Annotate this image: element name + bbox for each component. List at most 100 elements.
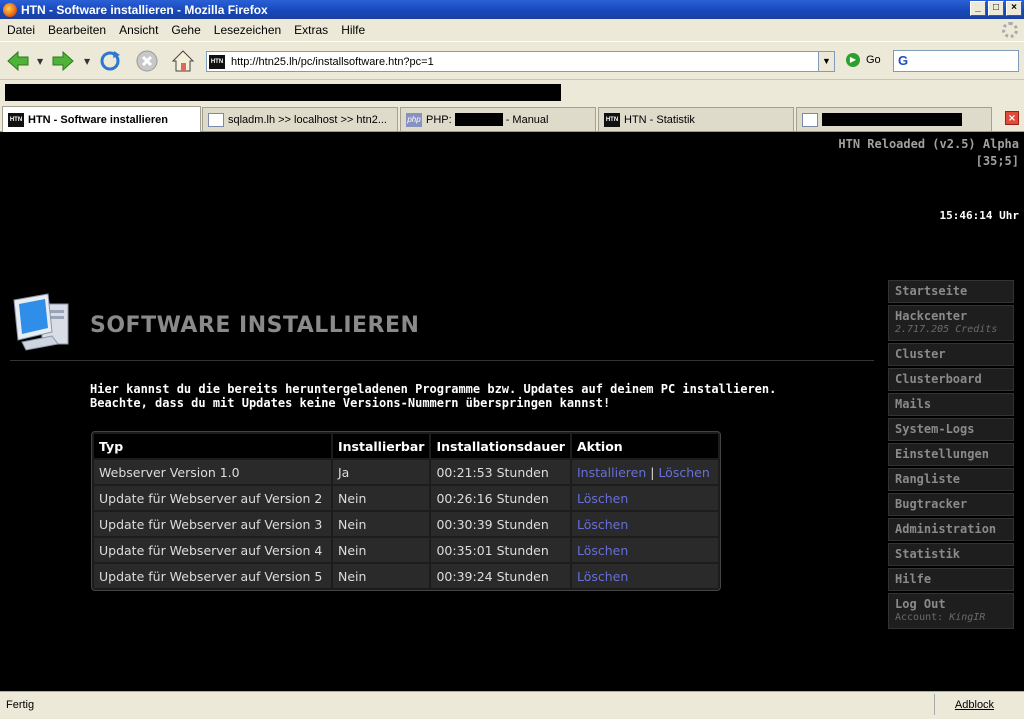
menu-gehe[interactable]: Gehe [171, 23, 200, 37]
menu-hilfe[interactable]: Hilfe [341, 23, 365, 37]
software-table: Typ Installierbar Installationsdauer Akt… [91, 431, 721, 591]
url-text[interactable]: http://htn25.lh/pc/installsoftware.htn?p… [231, 56, 434, 68]
page-content: HTN Reloaded (v2.5) Alpha [35;5] 15:46:1… [0, 132, 1024, 691]
table-row: Webserver Version 1.0 Ja 00:21:53 Stunde… [94, 460, 718, 484]
sidebar-item-label: Log Out [895, 597, 946, 611]
actions-cell: Installieren | Löschen [571, 460, 718, 484]
install-duration: 00:35:01 Stunden [431, 538, 570, 562]
forward-history-dropdown[interactable]: ▼ [84, 57, 90, 66]
installable-status: Nein [333, 564, 430, 588]
go-button[interactable]: ▶ Go [846, 53, 881, 67]
sidebar-item-bugtracker[interactable]: Bugtracker [888, 493, 1014, 516]
menu-bearbeiten[interactable]: Bearbeiten [48, 23, 106, 37]
delete-link[interactable]: Löschen [577, 543, 628, 558]
actions-cell: Löschen [571, 564, 718, 588]
url-bar[interactable]: HTN http://htn25.lh/pc/installsoftware.h… [206, 51, 835, 72]
software-type: Update für Webserver auf Version 5 [94, 564, 331, 588]
status-text: Fertig [6, 699, 35, 711]
back-history-dropdown[interactable]: ▼ [37, 57, 43, 66]
table-row: Update für Webserver auf Version 3 Nein … [94, 512, 718, 536]
delete-link[interactable]: Löschen [577, 491, 628, 506]
pc-coordinates: [35;5] [975, 154, 1019, 168]
install-duration: 00:21:53 Stunden [431, 460, 570, 484]
divider [10, 360, 874, 361]
throbber-icon [1002, 22, 1018, 38]
menu-datei[interactable]: Datei [7, 23, 35, 37]
server-clock: 15:46:14 Uhr [939, 209, 1019, 222]
account-info: Account: KingIR [895, 612, 1007, 623]
tab-sqladm[interactable]: sqladm.lh >> localhost >> htn2... [202, 107, 398, 131]
column-header-installierbar: Installierbar [333, 434, 430, 458]
sidebar-item-clusterboard[interactable]: Clusterboard [888, 368, 1014, 391]
tab-statistik[interactable]: HTN HTN - Statistik [598, 107, 794, 131]
sidebar-item-label: Hackcenter [895, 309, 968, 323]
go-icon: ▶ [846, 53, 860, 67]
version-info: HTN Reloaded (v2.5) Alpha [35;5] [838, 136, 1019, 170]
sidebar-item-mails[interactable]: Mails [888, 393, 1014, 416]
sidebar-item-statistik[interactable]: Statistik [888, 543, 1014, 566]
sidebar-item-hilfe[interactable]: Hilfe [888, 568, 1014, 591]
tab-label-suffix: - Manual [505, 113, 549, 126]
delete-link[interactable]: Löschen [577, 517, 628, 532]
close-window-button[interactable]: × [1006, 1, 1022, 16]
sidebar-item-hackcenter[interactable]: Hackcenter 2.717.205 Credits [888, 305, 1014, 341]
back-button[interactable] [5, 48, 31, 74]
column-header-installationsdauer: Installationsdauer [431, 434, 570, 458]
close-tab-icon[interactable]: × [1005, 111, 1019, 125]
search-box[interactable]: G [893, 50, 1019, 72]
sidebar-item-startseite[interactable]: Startseite [888, 280, 1014, 303]
installable-status: Nein [333, 538, 430, 562]
install-duration: 00:26:16 Stunden [431, 486, 570, 510]
bookmarks-toolbar [0, 79, 1024, 105]
php-favicon: php [406, 112, 422, 127]
sidebar-item-cluster[interactable]: Cluster [888, 343, 1014, 366]
reload-icon [100, 51, 120, 71]
sidebar-item-system-logs[interactable]: System-Logs [888, 418, 1014, 441]
software-type: Webserver Version 1.0 [94, 460, 331, 484]
intro-line-1: Hier kannst du die bereits heruntergelad… [90, 382, 777, 396]
tab-bar: HTN HTN - Software installieren sqladm.l… [0, 105, 1024, 132]
sidebar-item-administration[interactable]: Administration [888, 518, 1014, 541]
delete-link[interactable]: Löschen [577, 569, 628, 584]
menu-lesezeichen[interactable]: Lesezeichen [214, 23, 281, 37]
sidebar-item-rangliste[interactable]: Rangliste [888, 468, 1014, 491]
google-search-icon[interactable]: G [898, 53, 908, 68]
installable-status: Ja [333, 460, 430, 484]
account-label: Account: [895, 612, 944, 623]
firefox-icon [3, 2, 17, 17]
adblock-button[interactable]: Adblock [934, 694, 1014, 715]
stop-button[interactable] [134, 48, 160, 74]
table-header-row: Typ Installierbar Installationsdauer Akt… [94, 434, 718, 458]
sidebar-nav: Startseite Hackcenter 2.717.205 Credits … [888, 280, 1014, 631]
minimize-button[interactable]: _ [970, 1, 986, 16]
tab-redacted[interactable] [796, 107, 992, 131]
menu-ansicht[interactable]: Ansicht [119, 23, 158, 37]
maximize-button[interactable]: □ [988, 1, 1004, 16]
htn-favicon: HTN [8, 112, 24, 127]
sidebar-item-logout[interactable]: Log Out Account: KingIR [888, 593, 1014, 629]
home-button[interactable] [170, 48, 196, 74]
actions-cell: Löschen [571, 538, 718, 562]
navigation-toolbar: ▼ ▼ HTN http://htn25.lh/pc/installsoftwa… [0, 41, 1024, 79]
window-titlebar: HTN - Software installieren - Mozilla Fi… [0, 0, 1024, 19]
forward-button[interactable] [50, 48, 76, 74]
install-link[interactable]: Installieren [577, 465, 646, 480]
delete-link[interactable]: Löschen [658, 465, 709, 480]
url-history-dropdown[interactable]: ▼ [818, 52, 834, 71]
htn-favicon: HTN [604, 112, 620, 127]
reload-button[interactable] [97, 48, 123, 74]
sidebar-item-einstellungen[interactable]: Einstellungen [888, 443, 1014, 466]
menu-extras[interactable]: Extras [294, 23, 328, 37]
table-row: Update für Webserver auf Version 5 Nein … [94, 564, 718, 588]
column-header-typ: Typ [94, 434, 331, 458]
computer-icon [13, 293, 69, 351]
tab-software-installieren[interactable]: HTN HTN - Software installieren [2, 106, 201, 132]
go-label: Go [866, 54, 881, 66]
installable-status: Nein [333, 486, 430, 510]
tab-php-manual[interactable]: php PHP: - Manual [400, 107, 596, 131]
back-arrow-icon [7, 50, 29, 72]
account-name: KingIR [949, 612, 986, 623]
column-header-aktion: Aktion [571, 434, 718, 458]
redacted-text [454, 113, 503, 126]
install-duration: 00:30:39 Stunden [431, 512, 570, 536]
